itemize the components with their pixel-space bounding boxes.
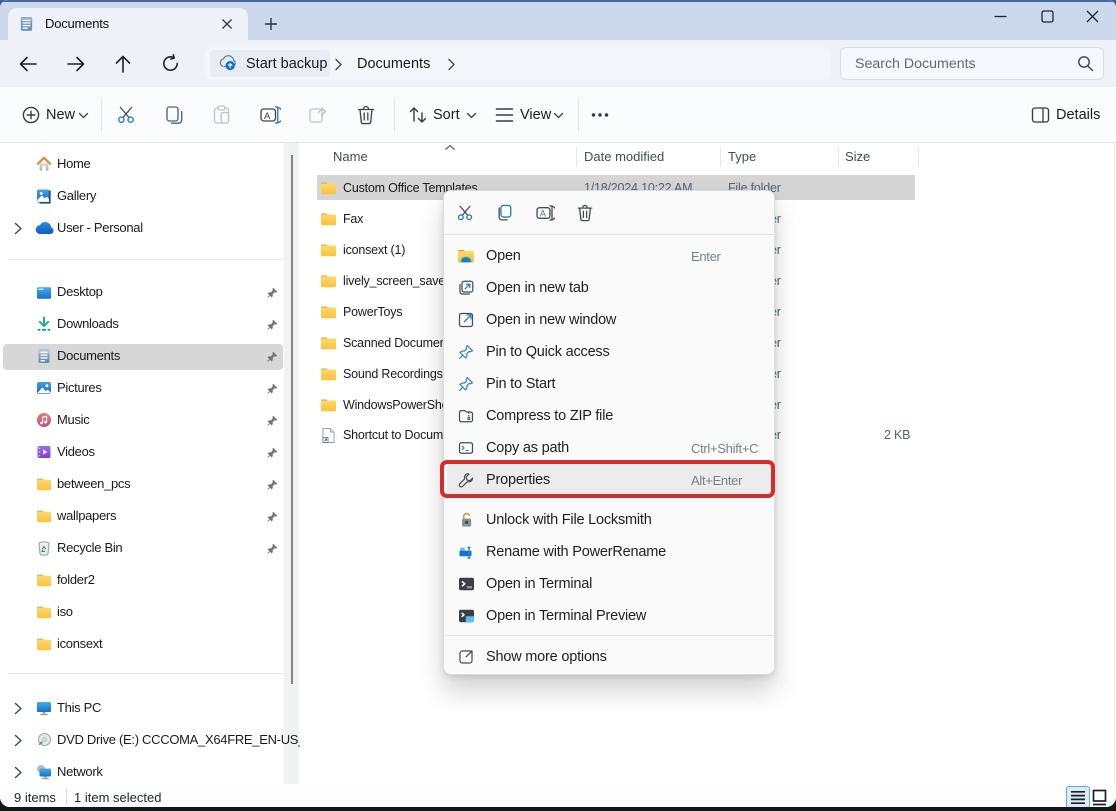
svg-text:A: A — [264, 111, 271, 122]
svg-text:A: A — [540, 209, 546, 219]
